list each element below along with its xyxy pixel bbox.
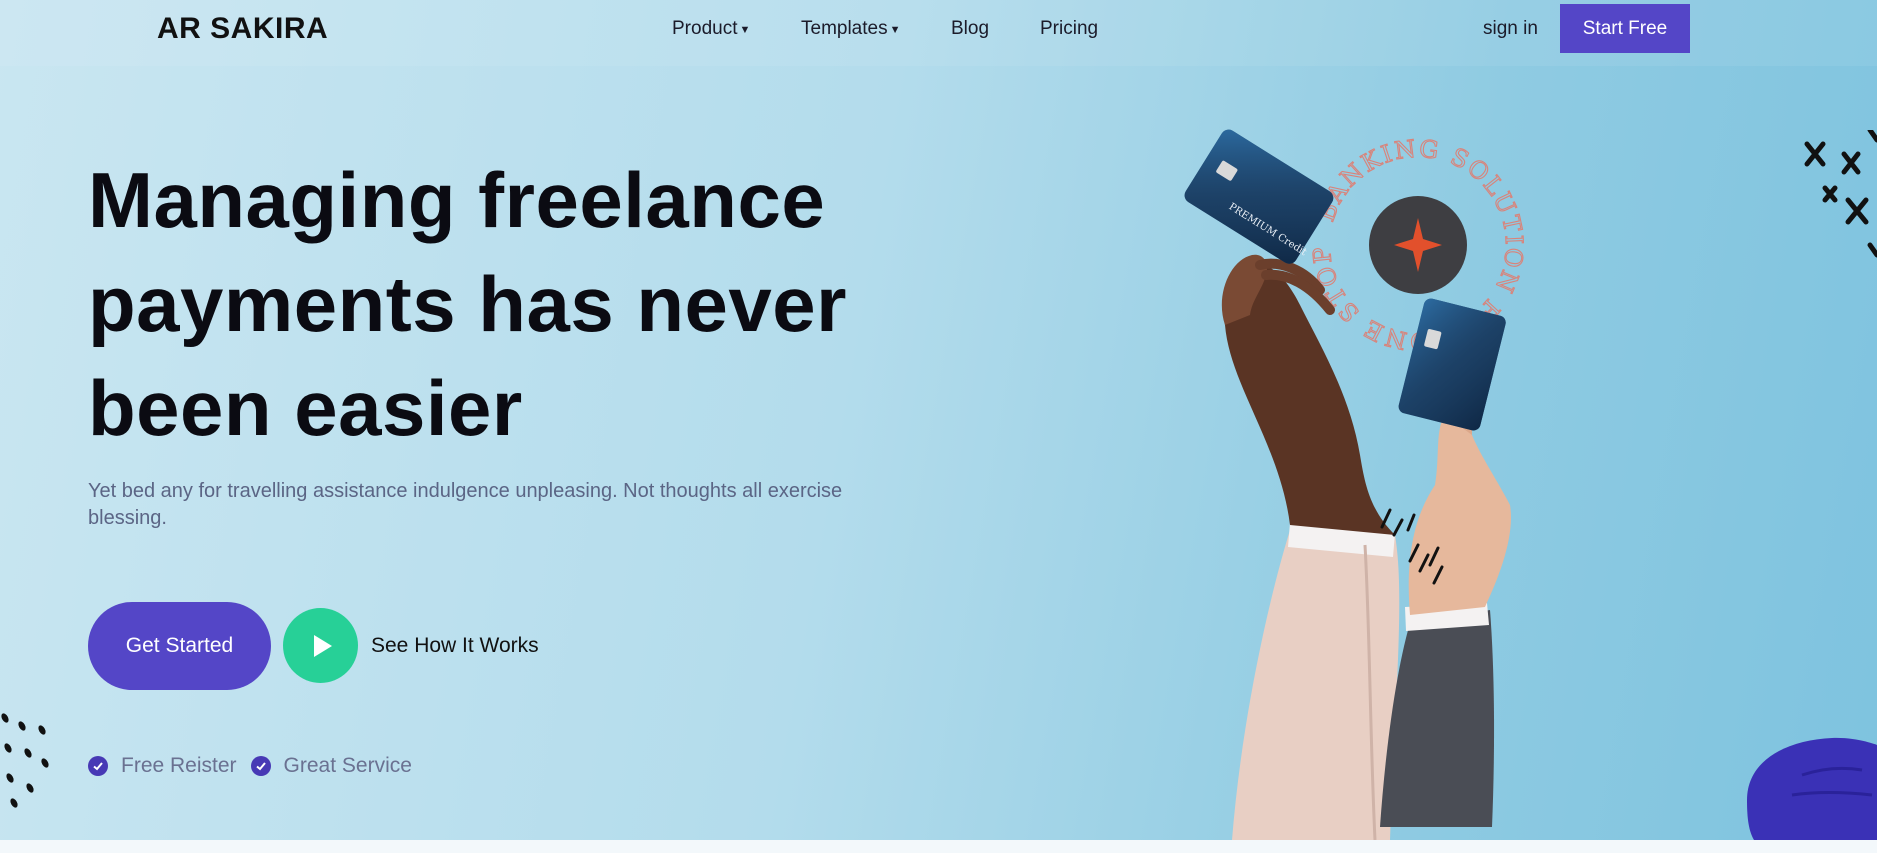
hero-illustration: BANKING SOLUTION FOR ONE STOP PREMIUM Cr… [1184, 129, 1527, 840]
feature-list: Free Reister Great Service [88, 754, 426, 778]
chevron-down-icon: ▼ [889, 24, 901, 36]
hero-section: AR SAKIRA Product ▼ Templates ▼ Blog Pri… [0, 0, 1877, 840]
decorative-dashes-left [1, 713, 49, 808]
hero-subtitle: Yet bed any for travelling assistance in… [88, 480, 843, 529]
credit-card-icon [1398, 298, 1506, 431]
nav-item-product[interactable]: Product ▼ [672, 18, 750, 40]
nav-item-label: Pricing [1040, 18, 1099, 39]
play-video-button[interactable] [283, 608, 358, 683]
check-icon [250, 756, 271, 776]
hero-headline: Managing freelance payments has never be… [88, 156, 848, 452]
nav-item-blog[interactable]: Blog [951, 18, 989, 40]
decorative-x-marks [1804, 130, 1877, 258]
play-icon [313, 634, 332, 657]
see-how-it-works-link[interactable]: See How It Works [371, 634, 539, 658]
check-icon [88, 756, 108, 776]
decorative-blob [1747, 737, 1877, 840]
chevron-down-icon: ▼ [739, 24, 751, 36]
nav-item-pricing[interactable]: Pricing [1040, 18, 1098, 40]
start-free-button[interactable]: Start Free [1560, 4, 1690, 53]
get-started-button[interactable]: Get Started [88, 602, 271, 690]
nav-item-label: Product [672, 18, 738, 39]
nav-item-label: Templates [801, 18, 888, 39]
feature-great-service: Great Service [283, 754, 412, 777]
feature-free-register: Free Reister [121, 754, 237, 777]
sign-in-link[interactable]: sign in [1483, 18, 1538, 40]
nav-item-label: Blog [951, 18, 990, 39]
brand-logo[interactable]: AR SAKIRA [157, 12, 328, 46]
top-navbar: AR SAKIRA Product ▼ Templates ▼ Blog Pri… [0, 0, 1877, 66]
nav-item-templates[interactable]: Templates ▼ [801, 18, 901, 40]
